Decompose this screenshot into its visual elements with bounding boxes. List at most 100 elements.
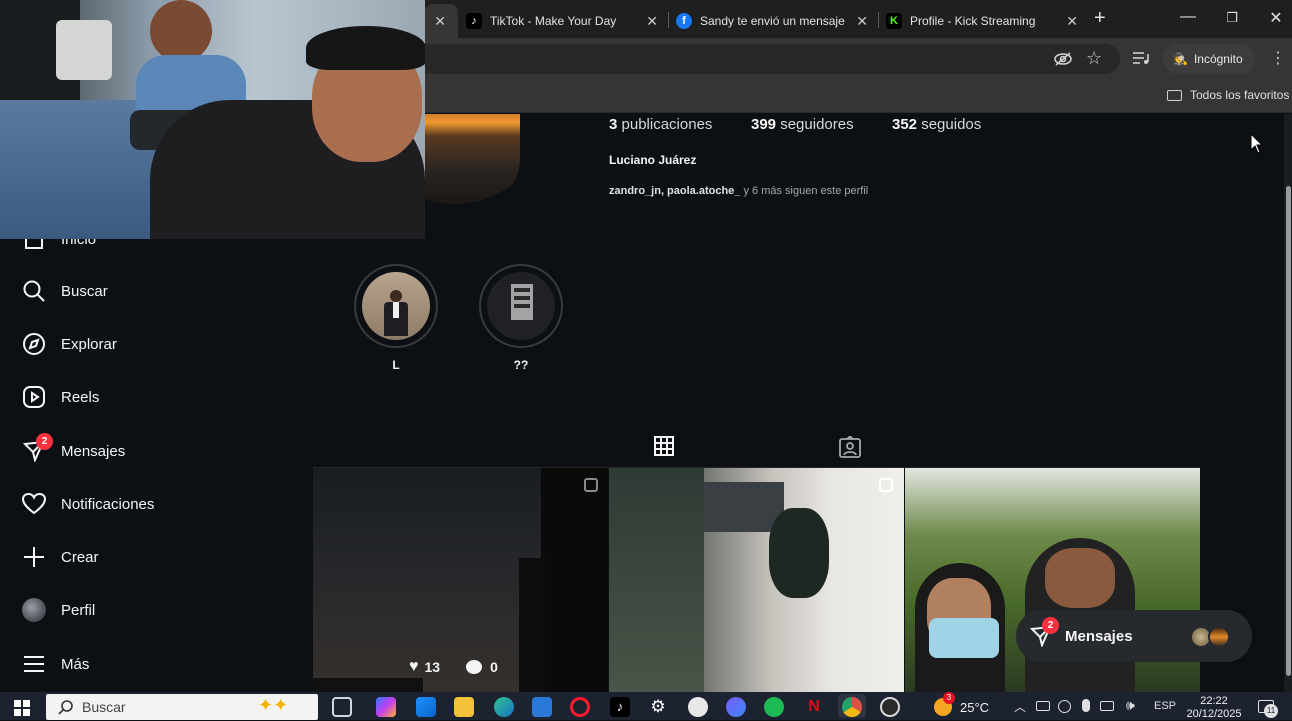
tab-title: Sandy te envió un mensaje (700, 14, 845, 28)
microphone-icon[interactable] (1082, 699, 1090, 712)
spotify-icon[interactable] (764, 697, 784, 717)
clock-time: 22:22 (1200, 695, 1228, 707)
facebook-icon: f (676, 13, 692, 29)
following-stat[interactable]: 352 seguidos (892, 116, 981, 133)
reels-icon (22, 385, 46, 409)
tiktok-icon[interactable]: ♪ (610, 697, 630, 717)
mail-icon[interactable] (532, 697, 552, 717)
incognito-indicator[interactable]: 🕵 Incógnito (1163, 44, 1255, 74)
sidebar-item-reels[interactable]: Reels (22, 385, 99, 409)
tab-separator (668, 12, 669, 28)
tab-title: Profile - Kick Streaming (910, 14, 1036, 28)
netflix-icon[interactable]: N (804, 697, 824, 717)
language-indicator[interactable]: ESP (1154, 700, 1176, 712)
windows-taskbar: Buscar ✦✦ ♪ ⚙ N 3 25°C ︿ 🕪 ESP 22:22 20/… (0, 692, 1292, 720)
weather-widget[interactable]: 3 25°C (934, 692, 990, 716)
more-menu-icon[interactable]: ⋮ (1270, 48, 1286, 68)
edge-icon[interactable] (494, 697, 514, 717)
tagged-person-icon (839, 435, 861, 458)
folder-icon (1167, 89, 1182, 101)
post-stats: ♥ 13 0 (409, 658, 498, 676)
tab-title: TikTok - Make Your Day (490, 14, 617, 28)
search-highlight-icon: ✦✦ (258, 695, 289, 715)
grid-icon (654, 436, 674, 456)
sidebar-item-label: Más (61, 655, 90, 673)
messages-popup[interactable]: 2 Mensajes (1016, 610, 1252, 662)
clock[interactable]: 22:22 20/12/2025 (1184, 695, 1244, 721)
highlight-label: L (392, 358, 400, 372)
post-thumbnail[interactable]: ♥ 13 0 (313, 468, 608, 692)
incognito-label: Incógnito (1193, 52, 1243, 66)
tab-current[interactable]: ✕ (425, 4, 458, 38)
file-explorer-icon[interactable] (454, 697, 474, 717)
media-control-icon[interactable] (1132, 50, 1150, 71)
restore-button[interactable]: ❐ (1220, 10, 1244, 26)
task-view-icon[interactable] (332, 697, 352, 717)
bookmark-star-icon[interactable]: ☆ (1086, 48, 1102, 69)
comments-count: 0 (490, 659, 498, 675)
messenger-icon: 2 (22, 433, 53, 463)
likes-count: 13 (424, 659, 441, 675)
close-window-button[interactable]: ✕ (1264, 8, 1288, 28)
tab-facebook[interactable]: f Sandy te envió un mensaje ✕ (676, 4, 876, 38)
minimize-button[interactable]: — (1176, 8, 1200, 26)
record-tray-icon[interactable] (1058, 700, 1071, 713)
volume-icon[interactable]: 🕪 (1126, 697, 1135, 714)
sidebar-item-mensajes[interactable]: 2 Mensajes (22, 433, 125, 463)
app-circle-icon[interactable] (688, 697, 708, 717)
new-tab-button[interactable]: + (1094, 7, 1106, 30)
microsoft-store-icon[interactable] (416, 697, 436, 717)
close-tab-icon[interactable]: ✕ (1066, 13, 1078, 30)
story-highlight[interactable] (354, 264, 438, 348)
mouse-cursor-icon (1250, 132, 1264, 160)
opera-icon[interactable] (570, 697, 590, 717)
windows-start-icon[interactable] (14, 700, 30, 721)
copilot-icon[interactable] (376, 697, 396, 717)
network-icon[interactable] (1100, 701, 1114, 711)
close-tab-icon[interactable]: ✕ (856, 13, 868, 30)
tab-posts-grid[interactable] (633, 428, 695, 468)
tray-chevron-icon[interactable]: ︿ (1014, 698, 1026, 715)
sidebar-item-label: Crear (61, 548, 99, 566)
all-bookmarks-folder[interactable]: Todos los favoritos (1167, 88, 1289, 102)
followed-by-text[interactable]: zandro_jn, paola.atoche_ y 6 más siguen … (609, 185, 868, 197)
scrollbar-thumb[interactable] (1286, 186, 1291, 676)
sidebar-item-crear[interactable]: Crear (22, 545, 99, 569)
sidebar-item-label: Perfil (61, 601, 96, 619)
tab-tiktok[interactable]: ♪ TikTok - Make Your Day ✕ (466, 4, 666, 38)
close-tab-icon[interactable]: ✕ (646, 13, 658, 30)
sidebar-item-perfil[interactable]: Perfil (22, 598, 95, 622)
sidebar-item-explorar[interactable]: Explorar (22, 332, 117, 356)
followers-stat[interactable]: 399 seguidores (751, 116, 854, 133)
sidebar-item-buscar[interactable]: Buscar (22, 279, 108, 303)
settings-gear-icon[interactable]: ⚙ (648, 697, 668, 717)
sun-icon: 3 (934, 692, 955, 716)
menu-icon (22, 652, 46, 676)
sidebar-item-notificaciones[interactable]: Notificaciones (22, 492, 154, 516)
heart-icon (22, 492, 46, 516)
sidebar-item-label: Notificaciones (61, 495, 155, 513)
profile-avatar[interactable] (425, 114, 520, 205)
story-highlight[interactable] (479, 264, 563, 348)
kick-icon: K (886, 13, 902, 29)
tab-kick[interactable]: K Profile - Kick Streaming ✕ (886, 4, 1086, 38)
compass-icon (22, 332, 46, 356)
sidebar-item-mas[interactable]: Más (22, 652, 89, 676)
post-thumbnail[interactable] (609, 468, 904, 692)
taskbar-search-box[interactable]: Buscar ✦✦ (46, 694, 318, 720)
active-app-indicator (838, 694, 866, 718)
purple-app-icon[interactable] (726, 697, 746, 717)
notification-center-icon[interactable]: 11 (1258, 700, 1278, 718)
notification-count: 11 (1264, 704, 1278, 718)
avatar-icon (22, 598, 46, 622)
search-icon (58, 699, 74, 718)
close-tab-icon[interactable]: ✕ (434, 13, 446, 30)
comment-icon (466, 660, 483, 674)
camera-tray-icon[interactable] (1036, 701, 1050, 711)
weather-temperature: 25°C (960, 699, 990, 715)
tab-tagged[interactable] (839, 435, 861, 463)
eye-off-icon[interactable] (1054, 51, 1072, 72)
obs-icon[interactable] (880, 697, 900, 717)
plus-icon (22, 545, 46, 569)
highlight-label: ?? (513, 358, 529, 372)
